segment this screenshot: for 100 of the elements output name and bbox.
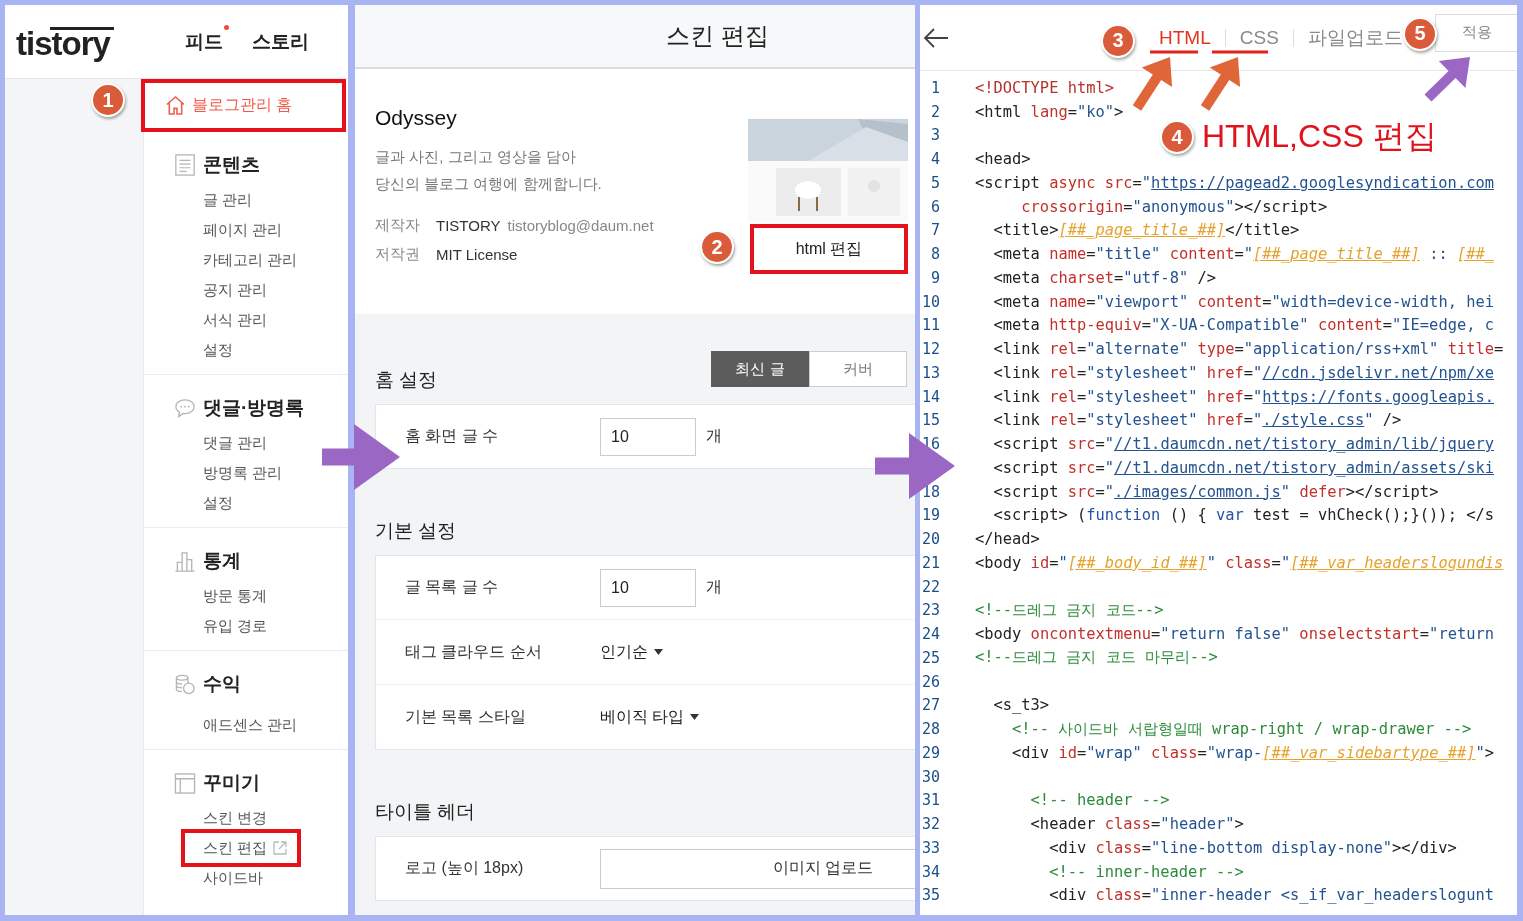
author-name: TISTORY bbox=[436, 216, 501, 234]
sidebar-link[interactable]: 애드센스 관리 bbox=[203, 710, 310, 740]
license-name: MIT License bbox=[436, 245, 518, 263]
caret-icon bbox=[654, 649, 663, 655]
dropdown[interactable]: 인기순 bbox=[600, 641, 663, 663]
code-line: <script src="./images/common.js" defer></script> bbox=[992, 482, 1439, 501]
skin-description: 당신의 블로그 여행에 함께합니다. bbox=[375, 174, 603, 194]
line-number: 32 bbox=[920, 815, 940, 834]
line-number: 27 bbox=[920, 696, 940, 715]
toggle-option[interactable]: 커버 bbox=[809, 351, 907, 387]
code-line: <meta http-equiv="X-UA-Compatible" content="IE=edge, c bbox=[992, 316, 1494, 335]
code-line: <!--드레그 금지 코드--> bbox=[975, 599, 1164, 621]
sidebar-link[interactable]: 글 관리 bbox=[203, 185, 265, 215]
line-number: 6 bbox=[929, 197, 940, 216]
caret-icon bbox=[690, 714, 700, 720]
line-number: 3 bbox=[929, 126, 940, 145]
upload-button[interactable]: 이미지 업로드 bbox=[600, 848, 915, 889]
step-marker: 2 bbox=[700, 230, 734, 264]
code-line: <meta name="viewport" content="width=device-width, hei bbox=[992, 292, 1494, 311]
unit-label: 개 bbox=[706, 577, 722, 597]
code-line: <link rel="stylesheet" href="./style.css" /> bbox=[992, 411, 1402, 430]
unit-label: 개 bbox=[706, 426, 722, 446]
line-number: 26 bbox=[920, 672, 940, 691]
code-line: <script src="//t1.daumcdn.net/tistory_admin/lib/jquery bbox=[992, 435, 1494, 454]
code-line: <div id="wrap" class="wrap-[##_var_sidebartype_##]"> bbox=[1011, 743, 1495, 762]
code-line: <meta name="title" content="[##_page_title_##] :: [##_ bbox=[992, 245, 1495, 264]
house-icon bbox=[165, 95, 186, 116]
section-title: 콘텐츠 bbox=[203, 153, 260, 177]
nav-link[interactable]: 피드 bbox=[185, 28, 223, 55]
line-number: 4 bbox=[929, 150, 940, 169]
line-number: 22 bbox=[920, 577, 940, 596]
toggle-option[interactable]: 최신 글 bbox=[711, 351, 809, 387]
editor-tab[interactable]: CSS bbox=[1239, 26, 1279, 49]
line-number: 9 bbox=[929, 268, 940, 287]
setting-label: 로고 (높이 18px) bbox=[405, 858, 525, 878]
sidebar-link[interactable]: 카테고리 관리 bbox=[203, 245, 310, 275]
line-number: 35 bbox=[920, 886, 940, 905]
sidebar-link[interactable]: 방문 통계 bbox=[203, 581, 280, 611]
line-number: 23 bbox=[920, 601, 940, 620]
line-number: 12 bbox=[920, 340, 940, 359]
code-line: <link rel="alternate" type="application/rss+xml" title= bbox=[992, 340, 1504, 359]
sidebar-link[interactable]: 공지 관리 bbox=[203, 275, 280, 305]
line-number: 19 bbox=[920, 506, 940, 525]
setting-label: 홈 화면 글 수 bbox=[405, 426, 500, 446]
line-number: 11 bbox=[920, 316, 940, 335]
setting-label: 기본 목록 스타일 bbox=[405, 706, 527, 727]
line-number: 31 bbox=[920, 791, 940, 810]
sidebar-link[interactable]: 방명록 관리 bbox=[203, 458, 295, 488]
line-number: 13 bbox=[920, 363, 940, 382]
code-line: <body oncontextmenu="return false" onselectstart="return bbox=[975, 625, 1494, 644]
number-field[interactable]: 10 bbox=[600, 417, 696, 456]
code-line: <body id="[##_body_id_##]" class="[##_var_headerslogundis bbox=[975, 553, 1504, 572]
section-title: 댓글·방명록 bbox=[203, 396, 305, 420]
sidebar-link[interactable]: 설정 bbox=[203, 488, 245, 518]
sidebar-link[interactable]: 서식 관리 bbox=[203, 305, 280, 335]
sidebar-link[interactable]: 유입 경로 bbox=[203, 611, 280, 641]
setting-label: 글 목록 글 수 bbox=[405, 577, 500, 597]
step-marker: 4 bbox=[1160, 120, 1194, 154]
code-line: <!-- header --> bbox=[1029, 791, 1170, 810]
line-number: 1 bbox=[929, 78, 940, 97]
code-line: <!--드레그 금지 코드 마무리--> bbox=[975, 647, 1218, 669]
editor-tab[interactable]: HTML bbox=[1159, 26, 1211, 49]
code-line: <script> (function () { var test = vhCheck();}()); </s bbox=[992, 506, 1494, 525]
line-number: 20 bbox=[920, 530, 940, 549]
apply-button[interactable]: 적용 bbox=[1435, 13, 1517, 52]
code-line: <div class="line-bottom display-none"></div> bbox=[1048, 838, 1457, 857]
back-arrow-icon[interactable] bbox=[923, 26, 949, 49]
line-number: 10 bbox=[920, 292, 940, 311]
line-number: 28 bbox=[920, 720, 940, 739]
line-number: 7 bbox=[929, 221, 940, 240]
code-line: <!-- inner-header --> bbox=[1048, 862, 1244, 881]
author-email: tistoryblog@daum.net bbox=[507, 216, 654, 234]
meta-label: 제작자 bbox=[375, 215, 421, 235]
line-number: 24 bbox=[920, 625, 940, 644]
dropdown[interactable]: 베이직 타입 bbox=[600, 706, 700, 728]
code-line: <link rel="stylesheet" href="//cdn.jsdelivr.net/npm/xe bbox=[992, 363, 1494, 382]
code-line: <head> bbox=[975, 150, 1031, 169]
number-field[interactable]: 10 bbox=[600, 568, 696, 607]
nav-link[interactable]: 스토리 bbox=[252, 28, 309, 55]
section-heading: 기본 설정 bbox=[375, 519, 457, 543]
logo[interactable]: tistory bbox=[16, 20, 166, 63]
sidebar-link[interactable]: 댓글 관리 bbox=[203, 428, 280, 458]
line-number: 30 bbox=[920, 767, 940, 786]
section-heading: 홈 설정 bbox=[375, 368, 438, 392]
code-line: <html lang="ko"> bbox=[975, 102, 1124, 121]
code-line: </head> bbox=[975, 530, 1040, 549]
line-number: 8 bbox=[929, 245, 940, 264]
code-line: <div class="inner-header <s_if_var_headerslogunt bbox=[1048, 886, 1494, 905]
code-line: <link rel="stylesheet" href="https://fonts.googleapis. bbox=[992, 387, 1494, 406]
sidebar-link[interactable]: 설정 bbox=[203, 335, 245, 365]
underline bbox=[1150, 50, 1198, 54]
underline bbox=[1212, 50, 1268, 54]
sidebar-link[interactable]: 페이지 관리 bbox=[203, 215, 295, 245]
code-line: <header class="header"> bbox=[1029, 815, 1244, 834]
line-number: 21 bbox=[920, 553, 940, 572]
section-title: 꾸미기 bbox=[203, 771, 260, 795]
code-line: <script src="//t1.daumcdn.net/tistory_admin/assets/ski bbox=[992, 458, 1494, 477]
line-number: 25 bbox=[920, 648, 940, 667]
step-marker: 3 bbox=[1101, 23, 1135, 58]
skin-name: Odyssey bbox=[375, 106, 458, 130]
